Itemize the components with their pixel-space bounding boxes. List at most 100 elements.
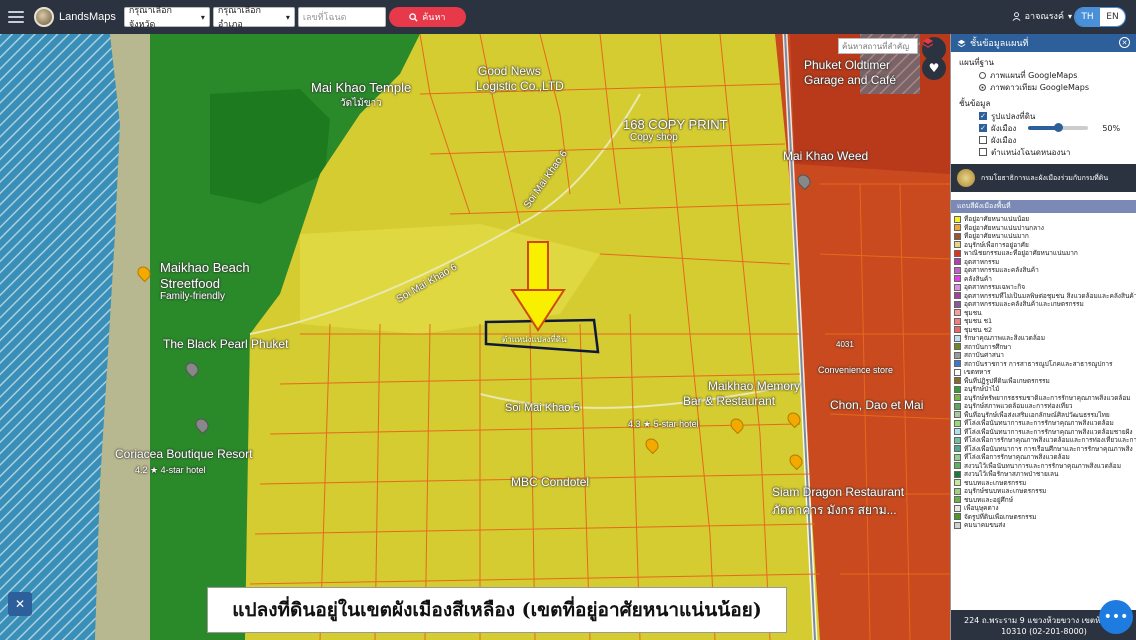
legend-item: ชุมชน ช2 bbox=[954, 326, 1136, 335]
radio-button[interactable] bbox=[979, 71, 986, 79]
legend-swatch bbox=[954, 445, 961, 452]
map-view[interactable]: Mai Khao Temple วัดไม้ขาว Good News Logi… bbox=[0, 34, 950, 640]
legend-item: สงวนไว้เพื่อรักษาสภาพป่าชายเลน bbox=[954, 470, 1136, 479]
search-button[interactable]: ค้นหา bbox=[388, 7, 466, 27]
plot-label: ตำแหน่งแปลงที่ดิน bbox=[502, 335, 567, 344]
legend-label: ชุมชน ช2 bbox=[964, 325, 993, 334]
legend-swatch bbox=[954, 411, 961, 418]
basemap-option-satellite[interactable]: ภาพดาวเทียม GoogleMaps bbox=[951, 81, 1136, 93]
legend-swatch bbox=[954, 224, 961, 231]
legend-swatch bbox=[954, 300, 961, 308]
favorite-button[interactable]: ♥ bbox=[922, 56, 946, 80]
brand-name[interactable]: LandsMaps bbox=[59, 11, 116, 23]
user-menu[interactable]: อาจณรงค์ ▾ bbox=[1012, 9, 1072, 23]
legend-item: อนุรักษ์ป่าไม้ bbox=[954, 385, 1136, 394]
close-icon[interactable]: ✕ bbox=[1119, 37, 1130, 48]
opacity-knob[interactable] bbox=[1054, 123, 1064, 132]
legend-swatch bbox=[954, 266, 961, 274]
legend-title: แถบสีผังเมืองพื้นที่ bbox=[951, 200, 1136, 213]
district-select[interactable]: กรุณาเลือกอำเภอ ▾ bbox=[212, 6, 295, 30]
legend-swatch bbox=[954, 326, 961, 333]
legend-label: สงวนไว้เพื่อรักษาสภาพป่าชายเลน bbox=[964, 470, 1059, 478]
layer-cityplan-2[interactable]: ผังเมือง bbox=[951, 134, 1136, 146]
opacity-slider[interactable] bbox=[1028, 123, 1089, 132]
legend-item: จัดรูปที่ดินเพื่อเกษตรกรรม bbox=[954, 513, 1136, 522]
legend-label: ชุมชน ช1 bbox=[964, 317, 993, 325]
legend-label: ชุมชน bbox=[964, 308, 982, 317]
legend-swatch bbox=[954, 292, 961, 299]
legend-item: สงวนไว้เพื่อนันทนาการและการรักษาคุณภาพสิ… bbox=[954, 462, 1136, 471]
legend-item: ที่อยู่อาศัยหนาแน่นน้อย bbox=[954, 215, 1136, 224]
radio-button[interactable] bbox=[979, 83, 986, 91]
chat-button[interactable]: ••• bbox=[1099, 600, 1133, 634]
layer-parcels[interactable]: ✓ รูปแปลงที่ดิน bbox=[951, 110, 1136, 122]
legend-label: ชนบทและอยู่ศึกษ์ bbox=[964, 495, 1013, 504]
legend-swatch bbox=[954, 453, 961, 461]
label-siam-dragon-th: ภัตตาคาร มังกร สยาม... bbox=[772, 503, 897, 517]
deed-number-placeholder: เลขที่โฉนด bbox=[302, 13, 347, 23]
lang-en-button[interactable]: EN bbox=[1100, 8, 1125, 26]
legend-swatch bbox=[954, 368, 961, 376]
legend-label: ที่อยู่อาศัยหนาแน่นมาก bbox=[964, 232, 1029, 240]
map-canvas[interactable] bbox=[0, 34, 950, 640]
basemap-option-map[interactable]: ภาพแผนที่ GoogleMaps bbox=[951, 69, 1136, 81]
legend-label: ที่อยู่อาศัยหนาแน่นปานกลาง bbox=[964, 223, 1044, 232]
legend-item: ที่โล่งเพื่อการรักษาคุณภาพสิ่งแวดล้อม bbox=[954, 453, 1136, 462]
legend-label: ที่โล่งเพื่อนันทนาการและการรักษาคุณภาพสิ… bbox=[964, 419, 1114, 427]
province-select[interactable]: กรุณาเลือกจังหวัด ▾ bbox=[123, 6, 210, 30]
layers-heading: ชั้นข้อมูล bbox=[959, 99, 991, 108]
panel-title: ชั้นข้อมูลแผนที่ bbox=[970, 39, 1029, 49]
legend-label: ที่โล่งเพื่อนันทนาการและการรักษาคุณภาพสิ… bbox=[964, 427, 1133, 436]
legend-item: รักษาคุณภาพและสิ่งแวดล้อม bbox=[954, 334, 1136, 343]
legend-item: อนุรักษ์ชนบทและเกษตรกรรม bbox=[954, 487, 1136, 496]
legend-item: ชนบทและเกษตรกรรม bbox=[954, 479, 1136, 488]
language-toggle: TH EN bbox=[1074, 7, 1126, 27]
legend-item: ที่โล่งเพื่อนันทนาการ การเรือนศึกษาและกา… bbox=[954, 445, 1136, 454]
legend-item: พื้นที่ปฏิรูปที่ดินเพื่อเกษตรกรรม bbox=[954, 377, 1136, 386]
label-copy-shop: Copy shop bbox=[630, 132, 678, 143]
deed-number-input[interactable]: เลขที่โฉนด bbox=[297, 7, 386, 27]
province-select-value: กรุณาเลือกจังหวัด bbox=[128, 6, 173, 30]
legend-swatch bbox=[954, 334, 961, 342]
label-black-pearl: The Black Pearl Phuket bbox=[163, 337, 289, 351]
legend-item: อุตสาหกรรมที่ไม่เป็นมลพิษต่อชุมชน สิ่งแว… bbox=[954, 292, 1136, 301]
legend-swatch bbox=[954, 283, 961, 291]
legend-label: อุตสาหกรรมที่ไม่เป็นมลพิษต่อชุมชน สิ่งแว… bbox=[964, 291, 1136, 300]
checkbox[interactable] bbox=[979, 148, 987, 156]
legend-item: คมนาคมขนส่ง bbox=[954, 521, 1136, 530]
search-icon bbox=[409, 12, 418, 22]
legend-swatch bbox=[954, 504, 961, 512]
label-mai-khao-weed: Mai Khao Weed bbox=[783, 149, 869, 163]
layer-deed-location[interactable]: ตำแหน่งโฉนดหนองนา bbox=[951, 146, 1136, 158]
layer-cityplan[interactable]: ✓ ผังเมือง 50% bbox=[951, 122, 1136, 134]
checkbox[interactable]: ✓ bbox=[979, 112, 987, 120]
legend-swatch bbox=[954, 241, 961, 248]
tools-button[interactable]: ✕ bbox=[8, 592, 32, 616]
top-bar: LandsMaps กรุณาเลือกจังหวัด ▾ กรุณาเลือกอ… bbox=[0, 0, 1136, 34]
checkbox[interactable] bbox=[979, 136, 987, 144]
tools-icon: ✕ bbox=[14, 597, 26, 611]
legend-label: อุตสาหกรรมเฉพาะกิจ bbox=[964, 283, 1026, 291]
legend-item: คลังสินค้า bbox=[954, 275, 1136, 284]
legend-item: อุตสาหกรรมเฉพาะกิจ bbox=[954, 283, 1136, 292]
legend-item: เขตทหาร bbox=[954, 368, 1136, 377]
legend-label: ที่โล่งเพื่อการรักษาคุณภาพสิ่งแวดล้อมและ… bbox=[964, 436, 1136, 444]
legend-label: รักษาคุณภาพและสิ่งแวดล้อม bbox=[964, 334, 1045, 342]
legend-swatch bbox=[954, 487, 961, 495]
checkbox[interactable]: ✓ bbox=[979, 124, 987, 132]
user-icon bbox=[1012, 11, 1021, 21]
label-bar-restaurant: Bar & Restaurant bbox=[683, 394, 776, 408]
legend-item: สถาบันการศึกษา bbox=[954, 343, 1136, 352]
department-banner: กรมโยธาธิการและผังเมืองร่วมกับกรมที่ดิน bbox=[951, 164, 1136, 192]
layers-icon bbox=[923, 38, 933, 48]
lang-th-button[interactable]: TH bbox=[1075, 8, 1100, 26]
legend-swatch bbox=[954, 351, 961, 359]
legend-item: สถาบันศาสนา bbox=[954, 351, 1136, 360]
logo-icon[interactable] bbox=[34, 7, 54, 27]
place-search-input[interactable]: ค้นหาสถานที่สำคัญ bbox=[838, 38, 918, 54]
hamburger-icon[interactable] bbox=[8, 11, 24, 23]
legend-swatch bbox=[954, 462, 961, 469]
legend-label: พาณิชยกรรมและที่อยู่อาศัยหนาแน่นมาก bbox=[964, 249, 1078, 257]
legend-label: อนุรักษ์ชนบทและเกษตรกรรม bbox=[964, 487, 1047, 495]
label-soi-mai-khao-5: Soi Mai Khao 5 bbox=[505, 402, 580, 414]
